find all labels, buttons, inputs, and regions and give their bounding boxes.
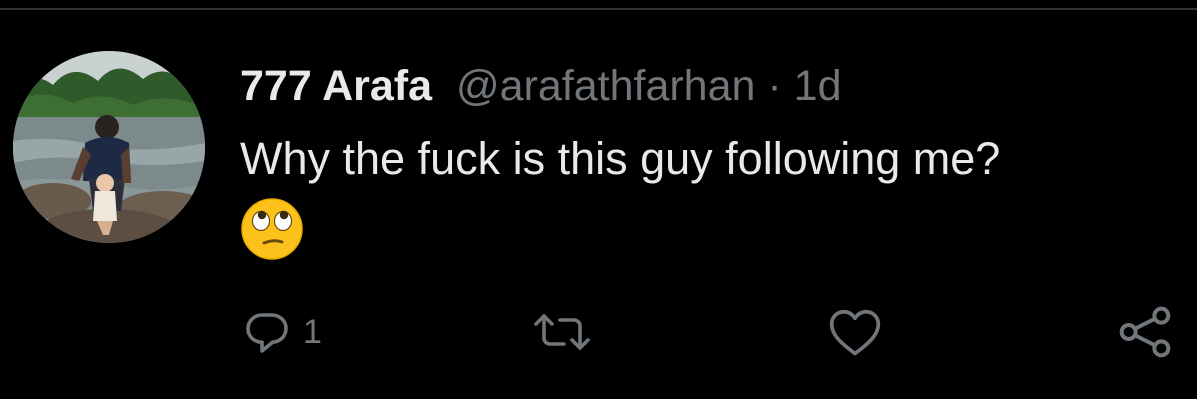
like-button[interactable] bbox=[827, 300, 883, 364]
user-handle[interactable]: @arafathfarhan bbox=[456, 62, 755, 110]
comment-icon bbox=[243, 308, 291, 356]
face-with-rolling-eyes-emoji bbox=[240, 197, 304, 261]
reply-count: 1 bbox=[303, 313, 322, 351]
avatar[interactable] bbox=[13, 51, 205, 243]
timestamp[interactable]: 1d bbox=[794, 62, 842, 110]
display-name[interactable]: 777 Arafa bbox=[240, 62, 432, 110]
top-divider bbox=[0, 8, 1197, 10]
reply-button[interactable]: 1 bbox=[243, 300, 322, 364]
tweet-header: 777 Arafa @arafathfarhan · 1d bbox=[240, 58, 842, 114]
retweet-button[interactable] bbox=[530, 300, 594, 364]
heart-icon bbox=[827, 306, 883, 358]
share-icon bbox=[1117, 306, 1173, 358]
retweet-icon bbox=[530, 308, 594, 356]
separator-dot: · bbox=[767, 62, 782, 110]
tweet-actions: 1 bbox=[0, 300, 1197, 364]
share-button[interactable] bbox=[1117, 300, 1173, 364]
tweet-text: Why the fuck is this guy following me? bbox=[240, 133, 1001, 184]
